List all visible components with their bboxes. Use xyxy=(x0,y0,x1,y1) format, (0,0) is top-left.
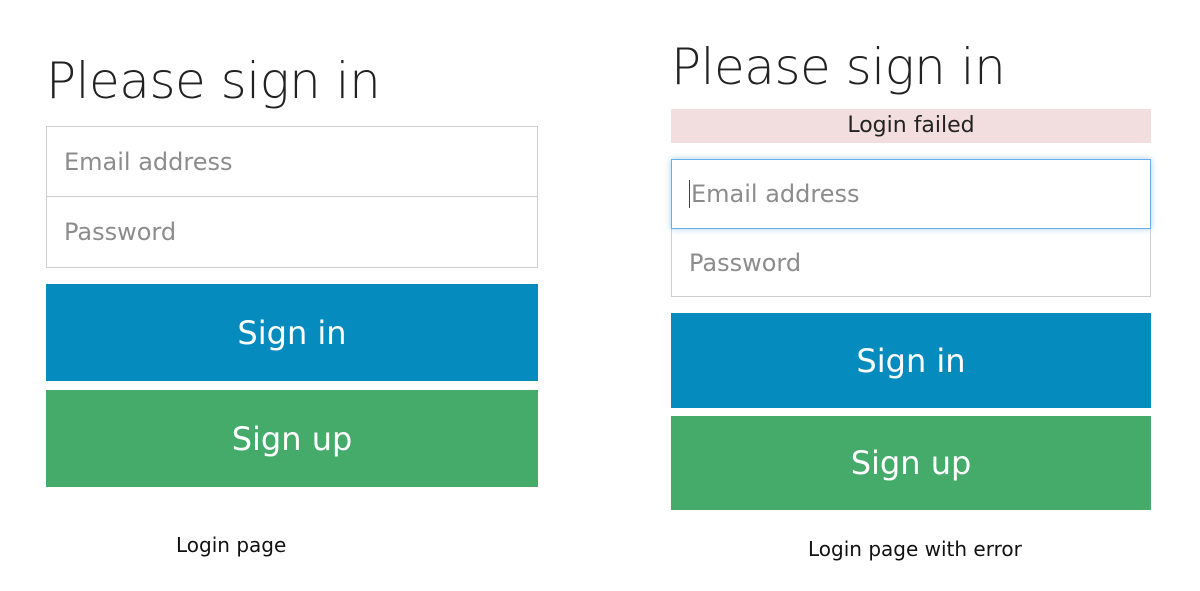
page-title: Please sign in xyxy=(671,38,1006,96)
password-placeholder: Password xyxy=(64,218,177,246)
sign-in-button[interactable]: Sign in xyxy=(46,284,538,381)
page-title: Please sign in xyxy=(46,52,381,110)
text-cursor xyxy=(689,180,690,208)
comparison-stage: Please sign in Email address Password Si… xyxy=(0,0,1200,591)
password-field[interactable]: Password xyxy=(671,228,1151,297)
email-field[interactable]: Email address xyxy=(46,126,538,197)
caption-login-page-with-error: Login page with error xyxy=(808,537,1022,561)
email-placeholder: Email address xyxy=(691,180,860,208)
password-field[interactable]: Password xyxy=(46,196,538,268)
sign-in-button[interactable]: Sign in xyxy=(671,313,1151,408)
caption-login-page: Login page xyxy=(176,533,287,557)
email-placeholder: Email address xyxy=(64,147,233,176)
email-field[interactable]: Email address xyxy=(671,159,1151,229)
error-alert: Login failed xyxy=(671,109,1151,143)
sign-up-button[interactable]: Sign up xyxy=(46,390,538,487)
sign-up-button[interactable]: Sign up xyxy=(671,416,1151,510)
password-placeholder: Password xyxy=(689,248,802,277)
